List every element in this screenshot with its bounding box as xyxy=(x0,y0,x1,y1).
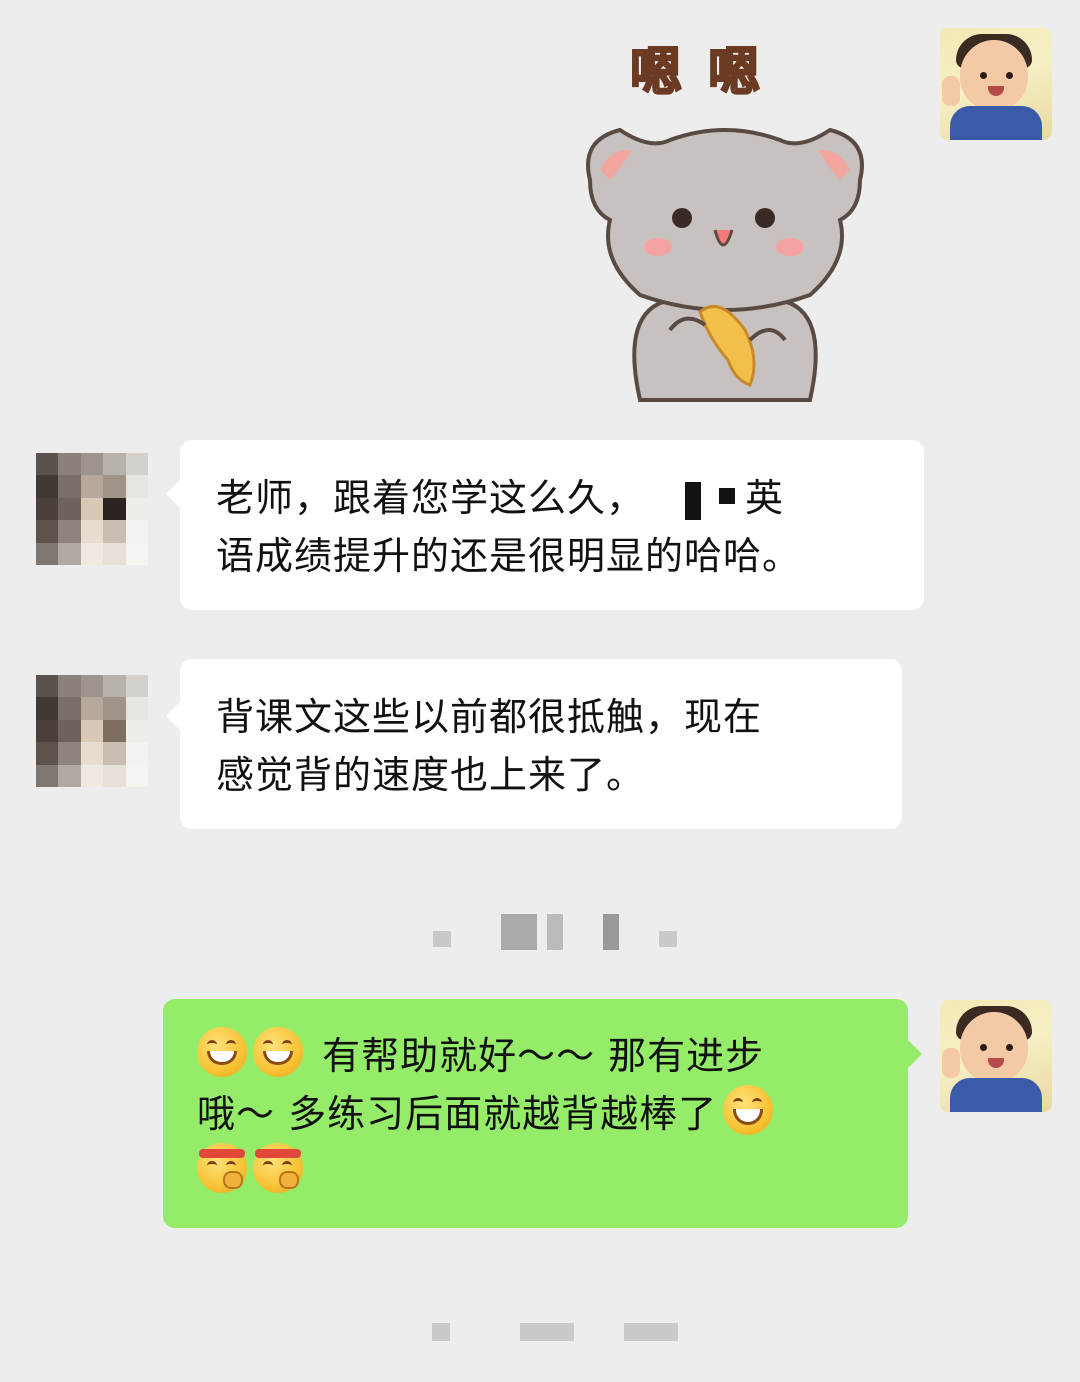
message-text: 语成绩提升的还是很明显的哈哈。 xyxy=(216,534,802,578)
message-line xyxy=(197,1143,908,1201)
grin-icon xyxy=(197,1027,247,1077)
grin-icon xyxy=(723,1085,774,1135)
message-text: 背课文这些以前都很抵触，现在 xyxy=(216,695,763,739)
message-bubble-outgoing[interactable]: 有帮助就好～～ 那有进步 哦～ 多练习后面就越背越棒了 xyxy=(163,999,908,1228)
message-text: 哦～ 多练习后面就越背越棒了 xyxy=(197,1092,718,1136)
redacted-text xyxy=(719,487,736,504)
cat-sticker-icon xyxy=(586,127,864,402)
message-text: 感觉背的速度也上来了。 xyxy=(216,753,646,797)
message-bubble-incoming[interactable]: 背课文这些以前都很抵触，现在 感觉背的速度也上来了。 xyxy=(180,659,902,829)
message-text: 有帮助就好～～ 那有进步 xyxy=(322,1034,765,1078)
bubble-tail xyxy=(166,702,180,730)
message-line: 有帮助就好～～ 那有进步 xyxy=(197,1027,908,1085)
fist-headband-icon xyxy=(197,1143,247,1193)
redacted-text xyxy=(685,481,702,520)
message-line: 哦～ 多练习后面就越背越棒了 xyxy=(197,1085,908,1143)
contact-avatar[interactable] xyxy=(36,675,148,787)
bubble-tail xyxy=(908,1040,922,1068)
self-avatar[interactable] xyxy=(940,28,1052,140)
sticker-message[interactable]: 嗯 嗯 xyxy=(560,20,890,402)
bubble-tail xyxy=(166,480,180,508)
message-text: 老师，跟着您学这么久， xyxy=(216,476,646,520)
fist-headband-icon xyxy=(253,1143,303,1193)
self-avatar[interactable] xyxy=(940,1000,1052,1112)
sticker-caption: 嗯 嗯 xyxy=(629,42,765,104)
message-line: 老师，跟着您学这么久， 英 xyxy=(216,469,924,527)
message-text: 英 xyxy=(745,476,785,520)
contact-avatar[interactable] xyxy=(36,453,148,565)
message-bubble-incoming[interactable]: 老师，跟着您学这么久， 英 语成绩提升的还是很明显的哈哈。 xyxy=(180,440,924,610)
timestamp xyxy=(420,912,690,952)
timestamp xyxy=(420,1318,690,1346)
grin-icon xyxy=(253,1027,303,1077)
